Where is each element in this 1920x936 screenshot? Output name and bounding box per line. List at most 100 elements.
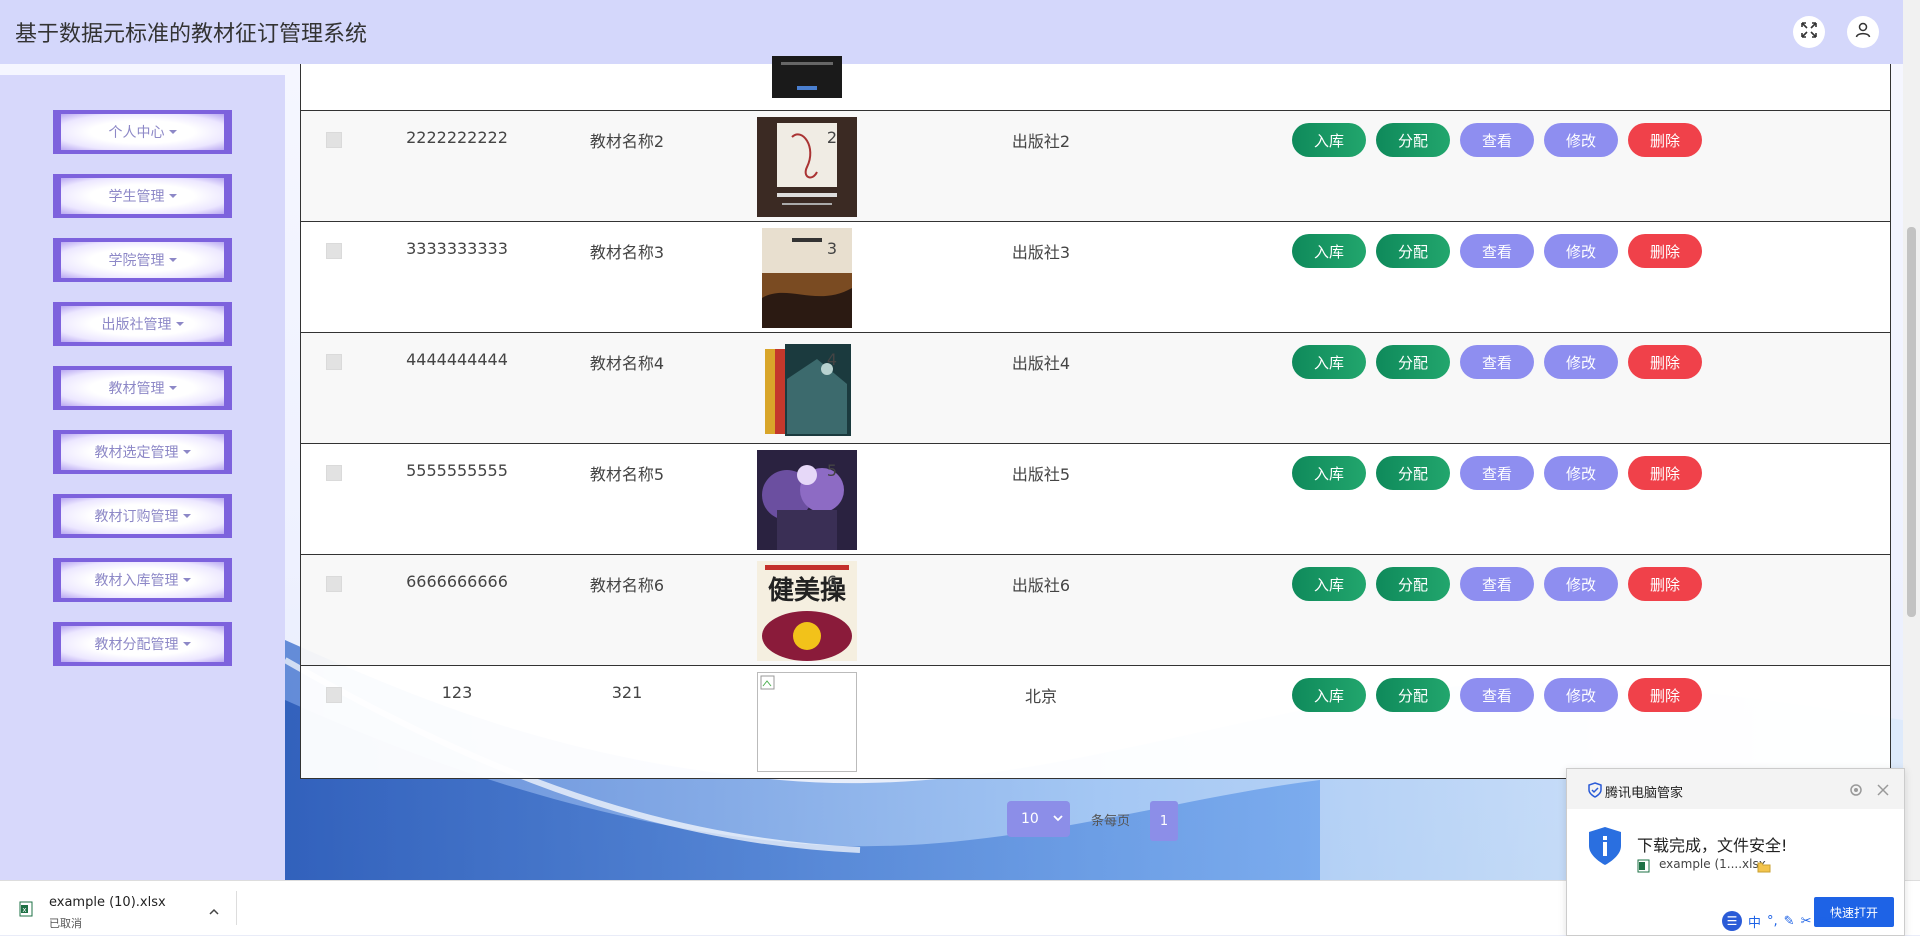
svg-text:x: x: [22, 906, 26, 914]
sidebar-item-label: 学生管理: [108, 189, 165, 205]
caret-down-icon: [168, 386, 177, 390]
view-button[interactable]: 查看: [1460, 567, 1534, 601]
row-checkbox[interactable]: [326, 243, 342, 259]
delete-button[interactable]: 删除: [1628, 234, 1702, 268]
sidebar-item-personal-center[interactable]: 个人中心: [53, 110, 232, 154]
view-button[interactable]: 查看: [1460, 456, 1534, 490]
pen-icon[interactable]: ✎: [1784, 914, 1795, 929]
caret-down-icon: [168, 130, 177, 134]
quantity: 5: [826, 461, 838, 480]
stock-in-button[interactable]: 入库: [1292, 456, 1366, 490]
chevron-up-icon[interactable]: [208, 903, 220, 922]
shirt-icon[interactable]: ▾: [1842, 914, 1849, 929]
info-shield-icon: [1587, 826, 1623, 870]
scissors-icon[interactable]: ✂: [1801, 914, 1812, 929]
textbook-name: 教材名称4: [589, 354, 665, 373]
ime-language[interactable]: 中: [1748, 912, 1761, 931]
sidebar-item-textbook-stockin[interactable]: 教材入库管理: [53, 558, 232, 602]
excel-file-icon: x: [18, 901, 34, 921]
settings-icon[interactable]: [1849, 782, 1863, 801]
edit-button[interactable]: 修改: [1544, 678, 1618, 712]
textbook-code: 6666666666: [406, 572, 508, 591]
stock-in-button[interactable]: 入库: [1292, 678, 1366, 712]
table-row: 3333333333 教材名称3 3 出版社3 入库 分配 查看 修改 删除: [301, 221, 1890, 332]
caret-down-icon: [168, 194, 177, 198]
delete-button[interactable]: 删除: [1628, 345, 1702, 379]
punctuation-icon[interactable]: °,: [1767, 914, 1778, 929]
sidebar-item-label: 教材选定管理: [94, 445, 179, 461]
publisher: 出版社4: [1011, 354, 1071, 373]
caret-down-icon: [182, 514, 191, 518]
edit-button[interactable]: 修改: [1544, 234, 1618, 268]
fullscreen-icon: [1800, 21, 1818, 43]
quantity: 2: [826, 128, 838, 147]
fullscreen-button[interactable]: [1793, 16, 1825, 48]
edit-button[interactable]: 修改: [1544, 123, 1618, 157]
delete-button[interactable]: 删除: [1628, 123, 1702, 157]
table-row: 4444444444 教材名称4 4 出版社4 入库 分配 查看 修改 删除: [301, 332, 1890, 443]
stock-in-button[interactable]: 入库: [1292, 123, 1366, 157]
vertical-scrollbar[interactable]: [1903, 0, 1920, 880]
popup-title: 腾讯电脑管家: [1605, 786, 1684, 801]
page-number-button[interactable]: 1: [1150, 801, 1178, 841]
folder-icon[interactable]: [1757, 858, 1771, 877]
textbook-code: 123: [441, 683, 473, 702]
excel-file-icon: [1637, 858, 1651, 877]
row-checkbox[interactable]: [326, 465, 342, 481]
table-row: 123 321 北京 入库 分配 查看 修改 删除: [301, 665, 1890, 778]
stock-in-button[interactable]: 入库: [1292, 567, 1366, 601]
edit-button[interactable]: 修改: [1544, 456, 1618, 490]
delete-button[interactable]: 删除: [1628, 567, 1702, 601]
table-row: 2222222222 教材名称2 2 出版社2 入库 分配 查看 修改 删除: [301, 110, 1890, 221]
page-size-select[interactable]: 10: [1007, 801, 1070, 837]
gear-icon[interactable]: ⚙: [1855, 914, 1867, 929]
assign-button[interactable]: 分配: [1376, 456, 1450, 490]
ime-logo-icon[interactable]: ☰: [1722, 911, 1742, 931]
view-button[interactable]: 查看: [1460, 678, 1534, 712]
publisher: 北京: [1024, 687, 1057, 706]
user-button[interactable]: [1847, 16, 1879, 48]
view-button[interactable]: 查看: [1460, 345, 1534, 379]
sidebar-item-label: 学院管理: [108, 253, 165, 269]
stock-in-button[interactable]: 入库: [1292, 234, 1366, 268]
edit-button[interactable]: 修改: [1544, 345, 1618, 379]
keyboard-icon[interactable]: ⌨: [1817, 914, 1836, 929]
delete-button[interactable]: 删除: [1628, 678, 1702, 712]
sidebar-item-publisher[interactable]: 出版社管理: [53, 302, 232, 346]
assign-button[interactable]: 分配: [1376, 234, 1450, 268]
sidebar-item-textbook-assign[interactable]: 教材分配管理: [53, 622, 232, 666]
stock-in-button[interactable]: 入库: [1292, 345, 1366, 379]
quantity: 3: [826, 239, 838, 258]
sidebar-item-textbook-order[interactable]: 教材订购管理: [53, 494, 232, 538]
quantity: 4: [826, 350, 838, 369]
page-size-value: 10: [1021, 811, 1039, 827]
edit-button[interactable]: 修改: [1544, 567, 1618, 601]
sidebar-item-textbook-selection[interactable]: 教材选定管理: [53, 430, 232, 474]
publisher: 出版社5: [1011, 465, 1071, 484]
caret-down-icon: [168, 258, 177, 262]
textbook-name: 教材名称3: [589, 243, 665, 262]
close-icon[interactable]: [1876, 782, 1890, 801]
view-button[interactable]: 查看: [1460, 123, 1534, 157]
assign-button[interactable]: 分配: [1376, 123, 1450, 157]
sidebar-item-student[interactable]: 学生管理: [53, 174, 232, 218]
sidebar-item-textbook[interactable]: 教材管理: [53, 366, 232, 410]
download-item[interactable]: x example (10).xlsx 已取消: [12, 889, 234, 930]
publisher: 出版社6: [1011, 576, 1071, 595]
row-checkbox[interactable]: [326, 132, 342, 148]
view-button[interactable]: 查看: [1460, 234, 1534, 268]
row-checkbox[interactable]: [326, 354, 342, 370]
assign-button[interactable]: 分配: [1376, 345, 1450, 379]
table-row-partial: [301, 56, 1890, 110]
row-checkbox[interactable]: [326, 687, 342, 703]
delete-button[interactable]: 删除: [1628, 456, 1702, 490]
scrollbar-thumb[interactable]: [1907, 227, 1916, 617]
caret-down-icon: [182, 450, 191, 454]
assign-button[interactable]: 分配: [1376, 678, 1450, 712]
table-row: 5555555555 教材名称5 5 出版社5 入库 分配 查看 修改 删除: [301, 443, 1890, 554]
row-checkbox[interactable]: [326, 576, 342, 592]
textbook-name: 教材名称6: [589, 576, 665, 595]
assign-button[interactable]: 分配: [1376, 567, 1450, 601]
sidebar-item-college[interactable]: 学院管理: [53, 238, 232, 282]
publisher: 出版社3: [1011, 243, 1071, 262]
